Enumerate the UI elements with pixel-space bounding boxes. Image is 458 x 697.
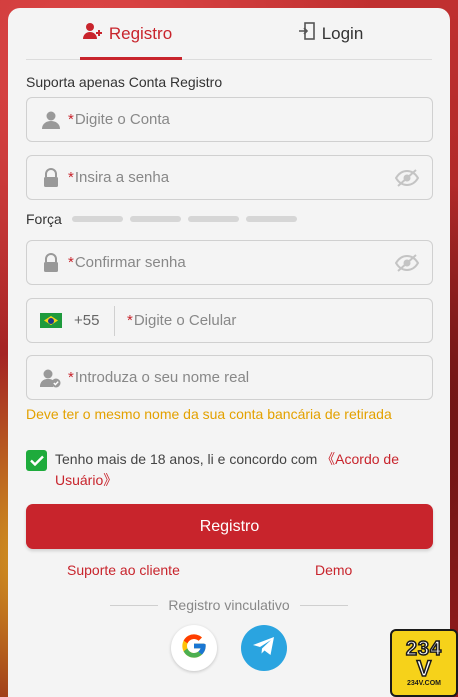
social-divider: Registro vinculativo — [110, 597, 349, 613]
add-user-icon — [82, 22, 103, 45]
tab-login-label: Login — [321, 23, 364, 43]
confirm-password-field[interactable]: *Confirmar senha — [26, 240, 433, 285]
lock-icon — [40, 252, 62, 274]
real-name-field[interactable]: *Introduza o seu nome real — [26, 355, 433, 400]
demo-link[interactable]: Demo — [315, 562, 352, 578]
customer-support-link[interactable]: Suporte ao cliente — [67, 562, 180, 578]
tab-login[interactable]: Login — [229, 8, 432, 59]
tab-registro-label: Registro — [108, 23, 173, 43]
google-icon — [180, 632, 208, 665]
agreement-text: Tenho mais de 18 anos, li e concordo com… — [55, 451, 399, 488]
age-agreement: Tenho mais de 18 anos, li e concordo com… — [26, 449, 416, 491]
strength-label: Força — [26, 211, 62, 227]
active-tab-indicator — [80, 57, 182, 60]
login-door-icon — [298, 22, 316, 45]
brand-logo: 234 V 234V.COM — [390, 629, 458, 697]
telegram-icon — [252, 635, 276, 662]
phone-field[interactable]: +55 *Digite o Celular — [26, 298, 433, 343]
tab-registro[interactable]: Registro — [26, 8, 229, 59]
section-label: Suporta apenas Conta Registro — [26, 74, 223, 90]
strength-segment — [71, 216, 123, 222]
user-check-icon — [40, 367, 62, 389]
password-placeholder: *Insira a senha — [68, 169, 170, 186]
register-card: Registro Login Suporta apenas Conta Regi… — [8, 8, 450, 697]
account-field[interactable]: *Digite o Conta — [26, 97, 433, 142]
eye-off-icon[interactable] — [394, 167, 420, 189]
telegram-login-button[interactable] — [241, 625, 287, 671]
country-code: +55 — [74, 312, 100, 329]
google-login-button[interactable] — [171, 625, 217, 671]
auth-tabs: Registro Login — [26, 8, 432, 60]
eye-off-icon[interactable] — [394, 252, 420, 274]
real-name-hint: Deve ter o mesmo nome da sua conta bancá… — [26, 406, 392, 422]
brazil-flag-icon — [40, 313, 62, 328]
strength-segment — [129, 216, 181, 222]
user-icon — [40, 109, 62, 131]
divider-label: Registro vinculativo — [168, 597, 290, 613]
register-button[interactable]: Registro — [26, 504, 433, 549]
lock-icon — [40, 167, 62, 189]
account-placeholder: *Digite o Conta — [68, 111, 170, 128]
real-name-placeholder: *Introduza o seu nome real — [68, 369, 250, 386]
country-code-select[interactable]: +55 — [27, 305, 115, 336]
strength-segment — [187, 216, 239, 222]
phone-placeholder: *Digite o Celular — [127, 312, 237, 329]
confirm-placeholder: *Confirmar senha — [68, 254, 186, 271]
password-strength: Força — [26, 211, 297, 227]
strength-segment — [245, 216, 297, 222]
password-field[interactable]: *Insira a senha — [26, 155, 433, 200]
agreement-checkbox[interactable] — [26, 450, 47, 471]
